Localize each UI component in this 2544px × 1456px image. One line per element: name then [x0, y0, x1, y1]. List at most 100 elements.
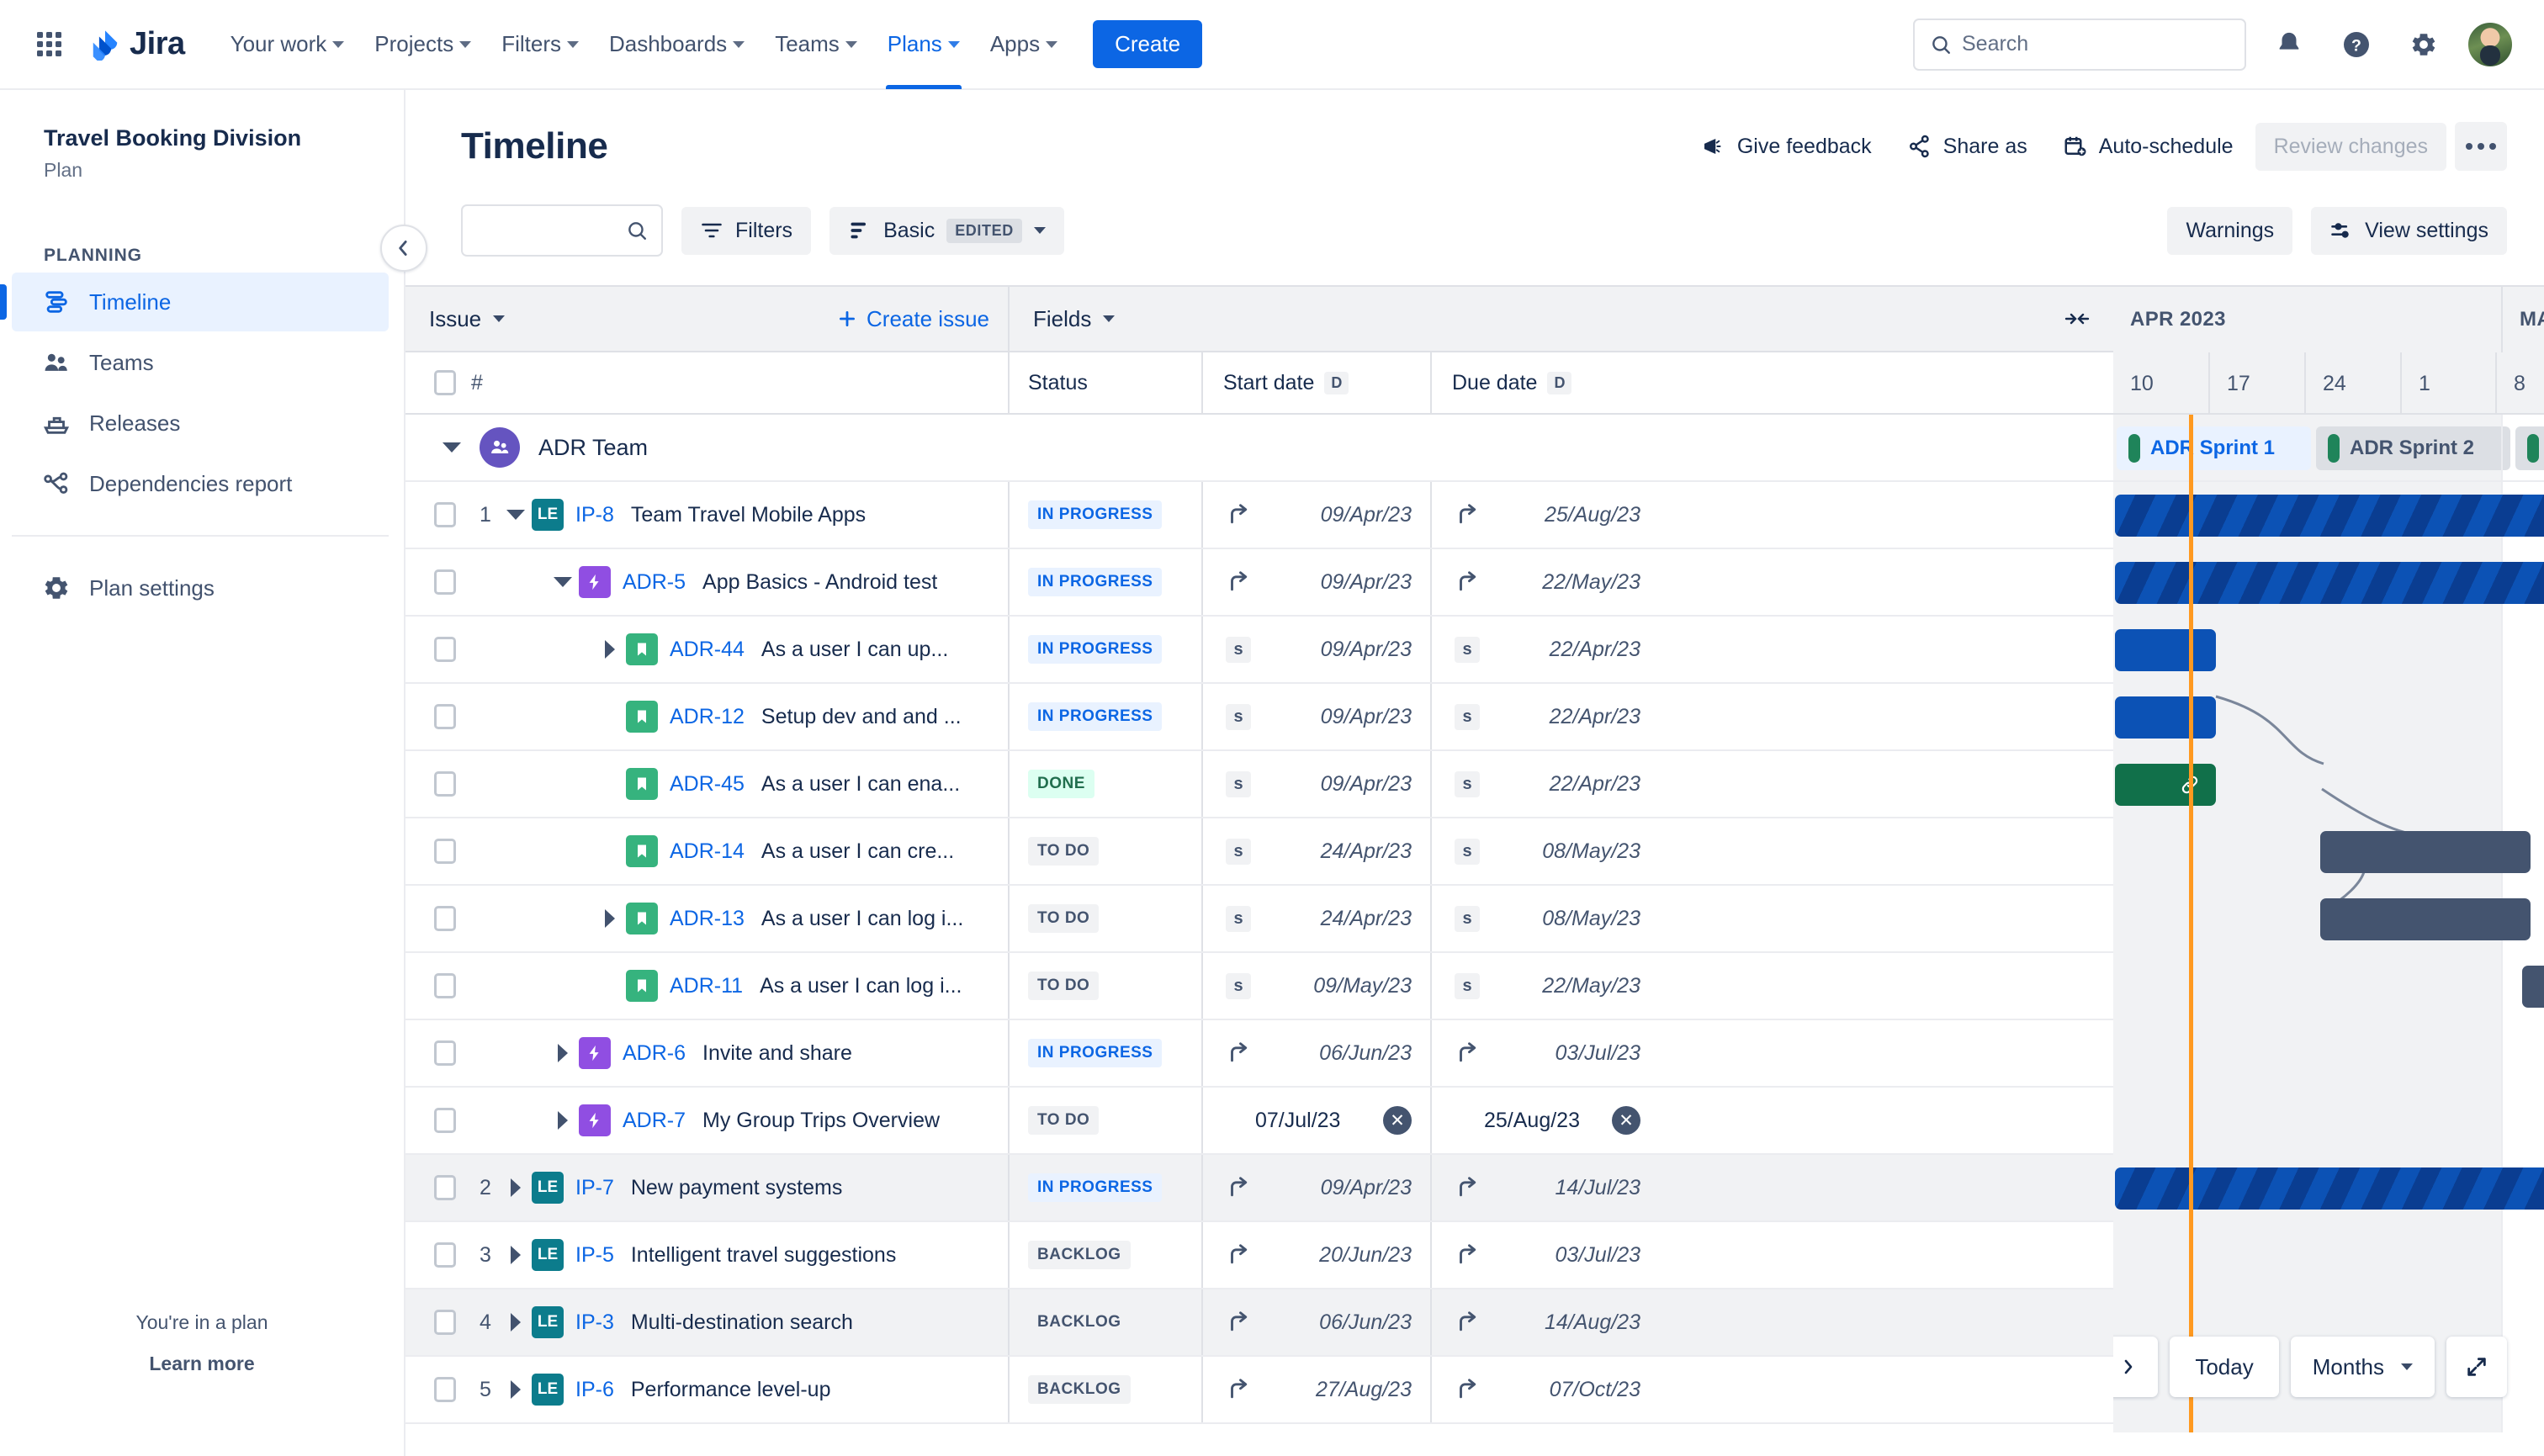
due-date-cell[interactable]: 14/Aug/23: [1430, 1289, 1659, 1355]
table-row[interactable]: 1 LE IP-8 Team Travel Mobile Apps IN PROGRES…: [405, 482, 2113, 549]
nav-item-projects[interactable]: Projects: [361, 19, 485, 71]
row-expand-toggle[interactable]: [594, 909, 626, 928]
sprint-chip[interactable]: ADR Sprint 2: [2316, 426, 2510, 470]
row-expand-toggle[interactable]: [547, 1044, 579, 1062]
table-row[interactable]: ADR-7 My Group Trips Overview TO DO 07/Jul/…: [405, 1088, 2113, 1155]
row-expand-toggle[interactable]: [500, 1380, 532, 1399]
row-checkbox[interactable]: [434, 569, 456, 595]
due-date-cell[interactable]: s 22/Apr/23: [1430, 617, 1659, 682]
status-cell[interactable]: IN PROGRESS: [1010, 1020, 1201, 1086]
due-date-cell[interactable]: s 08/May/23: [1430, 886, 1659, 951]
issue-key-link[interactable]: IP-5: [575, 1243, 614, 1268]
collapse-horizontal-icon[interactable]: [2064, 310, 2090, 328]
timeline-bar[interactable]: [2522, 966, 2544, 1008]
table-row[interactable]: 3 LE IP-5 Intelligent travel suggestions BAC…: [405, 1222, 2113, 1289]
timeline-next-button[interactable]: [2113, 1337, 2159, 1397]
row-checkbox[interactable]: [434, 704, 456, 729]
row-checkbox[interactable]: [434, 1108, 456, 1133]
issue-key-link[interactable]: IP-7: [575, 1176, 614, 1200]
sidebar-item-timeline[interactable]: Timeline: [0, 273, 389, 331]
row-expand-toggle[interactable]: [594, 640, 626, 659]
global-search[interactable]: [1913, 18, 2246, 71]
nav-item-apps[interactable]: Apps: [977, 19, 1071, 71]
user-avatar[interactable]: [2467, 20, 2514, 68]
start-date-cell[interactable]: 20/Jun/23: [1201, 1222, 1430, 1288]
start-date-cell[interactable]: s 24/Apr/23: [1201, 886, 1430, 951]
row-checkbox[interactable]: [434, 1242, 456, 1268]
issue-key-link[interactable]: ADR-6: [623, 1041, 686, 1066]
status-cell[interactable]: IN PROGRESS: [1010, 684, 1201, 749]
table-row[interactable]: ADR-11 As a user I can log i... TO DO s 09/M…: [405, 953, 2113, 1020]
timeline-canvas[interactable]: ADR Sprint 1ADR Sprint 2ADR Sprint 3ADR …: [2113, 415, 2544, 1432]
nav-item-dashboards[interactable]: Dashboards: [596, 19, 758, 71]
row-checkbox[interactable]: [434, 1040, 456, 1066]
sprint-chip[interactable]: ADR Sprint 3: [2515, 426, 2544, 470]
status-cell[interactable]: BACKLOG: [1010, 1357, 1201, 1422]
grid-apps-icon[interactable]: [30, 26, 67, 63]
table-row[interactable]: 5 LE IP-6 Performance level-up BACKLOG 27/Aug…: [405, 1357, 2113, 1424]
due-date-cell[interactable]: 25/Aug/23 ✕: [1430, 1088, 1659, 1153]
start-date-cell[interactable]: s 09/Apr/23: [1201, 617, 1430, 682]
select-all-checkbox[interactable]: [434, 370, 456, 395]
due-date-cell[interactable]: s 08/May/23: [1430, 818, 1659, 884]
issue-column-dropdown[interactable]: Issue: [429, 306, 506, 332]
notifications-icon[interactable]: [2265, 20, 2313, 69]
table-row[interactable]: ADR-5 App Basics - Android test IN PROGRES…: [405, 549, 2113, 617]
row-expand-toggle[interactable]: [500, 1313, 532, 1332]
due-date-cell[interactable]: 03/Jul/23: [1430, 1222, 1659, 1288]
start-date-cell[interactable]: 06/Jun/23: [1201, 1020, 1430, 1086]
due-date-cell[interactable]: s 22/Apr/23: [1430, 684, 1659, 749]
sidebar-collapse-button[interactable]: [380, 225, 427, 272]
nav-item-filters[interactable]: Filters: [488, 19, 592, 71]
settings-gear-icon[interactable]: [2399, 20, 2448, 69]
timeline-bar[interactable]: [2115, 629, 2216, 671]
timeline-bar[interactable]: [2115, 562, 2544, 604]
search-input[interactable]: [1962, 32, 2229, 56]
start-date-cell[interactable]: 07/Jul/23 ✕: [1201, 1088, 1430, 1153]
table-row[interactable]: ADR-6 Invite and share IN PROGRESS 06/Jun/2…: [405, 1020, 2113, 1088]
row-checkbox[interactable]: [434, 1175, 456, 1200]
issue-key-link[interactable]: ADR-5: [623, 570, 686, 595]
filters-button[interactable]: Filters: [681, 206, 812, 255]
more-horizontal-icon[interactable]: [2455, 122, 2507, 171]
row-checkbox[interactable]: [434, 839, 456, 864]
timeline-bar[interactable]: [2320, 831, 2531, 873]
fields-dropdown[interactable]: Fields: [1033, 306, 1116, 332]
share-as-button[interactable]: Share as: [1894, 124, 2041, 169]
chevron-down-icon[interactable]: [443, 442, 461, 453]
nav-item-your-work[interactable]: Your work: [217, 19, 358, 71]
table-row[interactable]: 2 LE IP-7 New payment systems IN PROGRESS 09/…: [405, 1155, 2113, 1222]
due-date-cell[interactable]: 07/Oct/23: [1430, 1357, 1659, 1422]
due-date-cell[interactable]: 03/Jul/23: [1430, 1020, 1659, 1086]
view-settings-button[interactable]: View settings: [2311, 206, 2507, 255]
clear-start-date-button[interactable]: ✕: [1383, 1106, 1412, 1135]
table-row[interactable]: ADR-12 Setup dev and and ... IN PROGRESS s 0…: [405, 684, 2113, 751]
auto-schedule-button[interactable]: Auto-schedule: [2049, 124, 2247, 169]
issue-key-link[interactable]: ADR-13: [670, 907, 745, 931]
create-button[interactable]: Create: [1093, 20, 1203, 68]
issue-key-link[interactable]: IP-8: [575, 503, 614, 527]
review-changes-button[interactable]: Review changes: [2255, 122, 2446, 171]
row-checkbox[interactable]: [434, 906, 456, 931]
due-date-cell[interactable]: 14/Jul/23: [1430, 1155, 1659, 1220]
team-group-row[interactable]: ADR Team: [405, 415, 2113, 482]
issue-key-link[interactable]: ADR-45: [670, 772, 745, 797]
jira-logo[interactable]: Jira: [89, 26, 185, 62]
sprint-chip[interactable]: ADR Sprint 1: [2117, 426, 2311, 470]
start-date-cell[interactable]: 27/Aug/23: [1201, 1357, 1430, 1422]
start-date-cell[interactable]: 09/Apr/23: [1201, 1155, 1430, 1220]
issue-key-link[interactable]: IP-3: [575, 1310, 614, 1335]
view-preset-button[interactable]: Basic EDITED: [829, 206, 1064, 255]
issue-search-box[interactable]: [461, 204, 663, 257]
zoom-level-select[interactable]: Months: [2290, 1337, 2435, 1397]
due-date-cell[interactable]: 25/Aug/23: [1430, 482, 1659, 548]
start-date-cell[interactable]: s 24/Apr/23: [1201, 818, 1430, 884]
sidebar-item-plan-settings[interactable]: Plan settings: [12, 559, 389, 617]
start-date-cell[interactable]: s 09/Apr/23: [1201, 751, 1430, 817]
status-cell[interactable]: BACKLOG: [1010, 1289, 1201, 1355]
due-date-cell[interactable]: s 22/May/23: [1430, 953, 1659, 1019]
status-cell[interactable]: BACKLOG: [1010, 1222, 1201, 1288]
table-row[interactable]: ADR-44 As a user I can up... IN PROGRESS s 0…: [405, 617, 2113, 684]
help-icon[interactable]: ?: [2332, 20, 2381, 69]
row-expand-toggle[interactable]: [500, 1178, 532, 1197]
